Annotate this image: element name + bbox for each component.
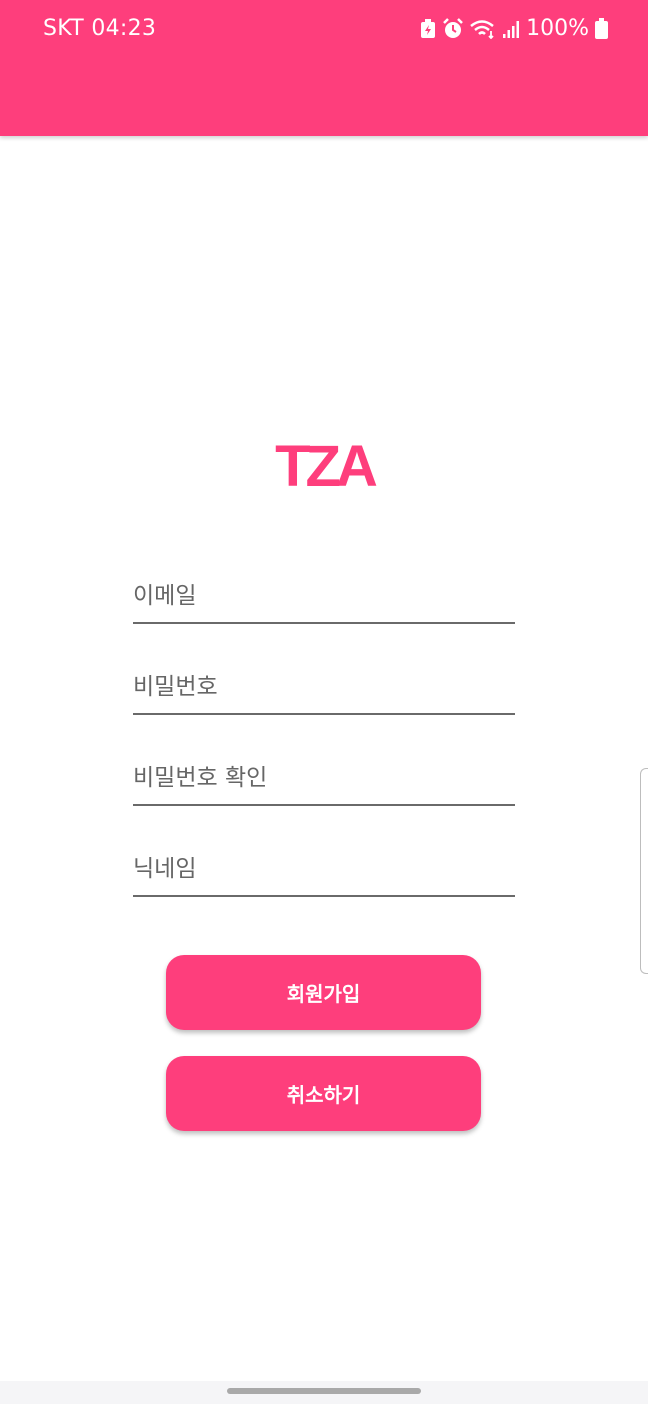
status-bar: SKT 04:23 100% (0, 0, 648, 62)
nickname-field[interactable] (133, 843, 515, 897)
logo-text: TZA (275, 438, 377, 490)
nickname-input[interactable] (133, 849, 515, 889)
home-indicator[interactable] (227, 1388, 421, 1394)
carrier-time: SKT 04:23 (43, 16, 157, 41)
cancel-button[interactable]: 취소하기 (166, 1056, 481, 1131)
signup-button[interactable]: 회원가입 (166, 955, 481, 1030)
password-confirm-field[interactable] (133, 752, 515, 806)
navigation-bar (0, 1381, 648, 1404)
alarm-icon (442, 17, 464, 40)
signup-screen: SKT 04:23 100% TZA 이메일 닉네임 회원가입 취소하기 (0, 0, 648, 1404)
email-input[interactable] (133, 576, 515, 616)
signal-icon (502, 19, 520, 39)
battery-percent: 100% (526, 16, 589, 41)
email-field[interactable] (133, 570, 515, 624)
tza-logo: TZA (266, 434, 382, 499)
password-confirm-input[interactable] (133, 758, 515, 798)
password-input[interactable] (133, 667, 515, 707)
edge-panel-handle[interactable] (640, 768, 648, 974)
password-field[interactable] (133, 661, 515, 715)
status-icons: 100% (420, 16, 608, 41)
app-bar: SKT 04:23 100% (0, 0, 648, 136)
battery-saver-icon (420, 18, 436, 39)
battery-icon (595, 18, 608, 39)
wifi-icon (470, 19, 496, 39)
